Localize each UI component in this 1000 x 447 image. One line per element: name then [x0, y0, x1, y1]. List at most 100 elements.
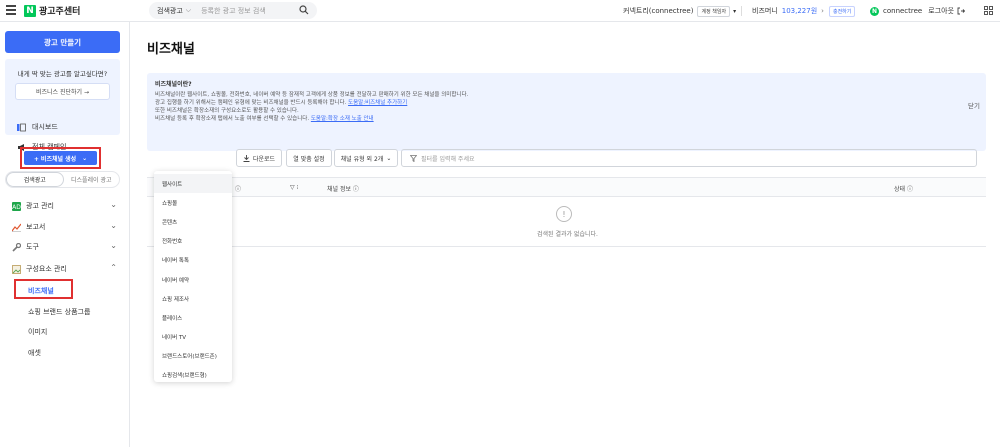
dropdown-option-shoppingmall[interactable]: 쇼핑몰: [154, 193, 232, 212]
create-ad-button[interactable]: 광고 만들기: [5, 31, 120, 53]
chevron-down-icon[interactable]: ⌄: [110, 200, 117, 209]
column-label: 상태: [894, 186, 906, 193]
sidebar-item-label: 구성요소 관리: [26, 265, 67, 273]
logo-text: 광고주센터: [39, 7, 81, 17]
ad-icon: AD: [12, 201, 21, 211]
table-header: ⓘ ▽ ⁝ 채널 정보 ⓘ 상태 ⓘ: [147, 177, 986, 197]
filter-placeholder: 필터를 입력해 주세요: [421, 155, 475, 163]
sidebar-item-label: 대시보드: [32, 123, 58, 131]
dropdown-option-shopping-brand[interactable]: 쇼핑검색(브랜드형): [154, 366, 232, 385]
sidebar-subitem-image[interactable]: 이미지: [28, 327, 47, 337]
info-line: 비즈채널 등록 후 확장소재 탭에서 노출 여부를 선택할 수 있습니다. 도움…: [155, 115, 978, 123]
account-dropdown-icon[interactable]: ▾: [733, 8, 736, 15]
user-name: connectree: [883, 7, 923, 15]
bizmoney-label: 비즈머니: [752, 7, 778, 15]
sidebar-item-dashboard[interactable]: 대시보드: [17, 122, 58, 132]
info-line: 광고 집행을 하기 위해서는 캠페인 유형에 맞는 비즈채널을 반드시 등록해야…: [155, 99, 978, 107]
sidebar-item-ad-manage[interactable]: AD 광고 관리 ⌄: [12, 200, 117, 211]
top-bar: N 광고주센터 검색광고 ⌵ 등록한 광고 정보 검색 커넥트리(connect…: [0, 0, 1000, 22]
chevron-right-icon[interactable]: ›: [821, 7, 824, 15]
logout-icon[interactable]: [957, 7, 966, 15]
chevron-down-icon[interactable]: ⌄: [110, 241, 117, 250]
info-icon: ⓘ: [235, 186, 242, 193]
logo[interactable]: N 광고주센터: [24, 4, 80, 17]
wrench-icon: [12, 242, 21, 252]
button-label: + 비즈채널 생성: [33, 155, 77, 163]
help-link-add-channel[interactable]: 도움말:비즈채널 추가하기: [348, 100, 407, 106]
charge-button[interactable]: 충전하기: [828, 5, 856, 17]
divider: [741, 6, 742, 16]
sidebar-subitem-shopping-brand[interactable]: 쇼핑 브랜드 상품그룹: [28, 307, 90, 317]
user-avatar: N: [870, 6, 879, 16]
info-line: 비즈채널이란 웹사이트, 쇼핑몰, 전화번호, 네이버 예약 등 잠재적 고객에…: [155, 92, 469, 98]
menu-icon[interactable]: [6, 5, 16, 15]
apps-grid-icon[interactable]: [984, 6, 993, 15]
sidebar-item-label: 광고 관리: [26, 202, 54, 210]
dropdown-option-reservation[interactable]: 네이버 예약: [154, 270, 232, 289]
button-label: 채널 유형 외 2개: [340, 155, 384, 163]
sidebar-item-label: 도구: [26, 243, 39, 251]
info-heading: 비즈채널이란?: [155, 81, 192, 88]
search-icon[interactable]: [299, 5, 309, 15]
create-bizchannel-button[interactable]: + 비즈채널 생성 ⌄: [24, 151, 97, 165]
filter-input[interactable]: 필터를 입력해 주세요: [401, 149, 977, 167]
empty-message: 검색된 결과가 없습니다.: [537, 231, 598, 238]
column-channel-info[interactable]: 채널 정보 ⓘ: [327, 184, 359, 193]
sidebar-item-components[interactable]: 구성요소 관리 ⌃: [12, 263, 117, 274]
dropdown-option-talktalk[interactable]: 네이버 톡톡: [154, 251, 232, 270]
naver-logo-icon: N: [24, 4, 36, 17]
empty-state: ! 검색된 결과가 없습니다.: [147, 197, 986, 247]
sidebar-item-label: 보고서: [26, 223, 46, 231]
chevron-down-icon[interactable]: ⌄: [110, 221, 117, 230]
tab-display-ads[interactable]: 디스플레이 광고: [64, 172, 120, 187]
bizchannel-type-dropdown: 웹사이트 쇼핑몰 콘텐츠 전화번호 네이버 톡톡 네이버 예약 쇼핑 제조사 플…: [154, 171, 232, 382]
search-category[interactable]: 검색광고: [157, 6, 183, 16]
bizmoney-value: 103,227원: [781, 7, 818, 15]
chevron-up-icon[interactable]: ⌃: [110, 263, 117, 272]
image-icon: [12, 264, 21, 274]
global-search[interactable]: 검색광고 ⌵ 등록한 광고 정보 검색: [149, 2, 317, 19]
chevron-down-icon: ⌄: [386, 154, 392, 162]
download-icon: [243, 154, 250, 162]
column-settings-button[interactable]: 열 맞춤 설정: [286, 149, 332, 167]
dropdown-option-content[interactable]: 콘텐츠: [154, 212, 232, 231]
chevron-down-icon: ⌄: [82, 154, 88, 162]
empty-info-icon: !: [556, 206, 572, 222]
svg-text:AD: AD: [12, 204, 21, 211]
sidebar-item-tools[interactable]: 도구 ⌄: [12, 241, 117, 252]
sidebar-subitem-asset[interactable]: 애셋: [28, 348, 41, 358]
chevron-down-icon[interactable]: ⌵: [186, 6, 191, 15]
search-input[interactable]: 등록한 광고 정보 검색: [201, 6, 266, 16]
column-status[interactable]: 상태 ⓘ: [894, 184, 913, 193]
dashboard-icon: [17, 123, 26, 132]
dropdown-option-naver-tv[interactable]: 네이버 TV: [154, 328, 232, 347]
dropdown-option-phone[interactable]: 전화번호: [154, 232, 232, 251]
dropdown-option-website[interactable]: 웹사이트: [154, 174, 232, 194]
account-name[interactable]: 커넥트리(connectree): [623, 6, 693, 16]
account-role-badge: 계정 책임자: [697, 5, 731, 17]
help-link-extension[interactable]: 도움말:확장 소재 노출 안내: [311, 116, 374, 122]
download-button[interactable]: 다운로드: [236, 149, 282, 167]
sidebar: 광고 만들기 내게 딱 맞는 광고를 알고싶다면? 비즈니스 진단하기 → 대시…: [0, 22, 130, 447]
promo-question: 내게 딱 맞는 광고를 알고싶다면?: [17, 70, 108, 78]
business-diagnosis-button[interactable]: 비즈니스 진단하기 →: [15, 83, 110, 100]
highlight-box: [14, 279, 73, 299]
ad-type-toggle: 검색광고 디스플레이 광고: [5, 171, 120, 188]
filter-icon: [410, 154, 417, 162]
info-text: 비즈채널 등록 후 확장소재 탭에서 노출 여부를 선택할 수 있습니다.: [155, 116, 310, 122]
column-label: 채널 정보: [327, 186, 351, 193]
chart-icon: [12, 223, 21, 232]
close-banner-button[interactable]: 닫기: [968, 100, 980, 110]
sidebar-item-report[interactable]: 보고서 ⌄: [12, 221, 117, 232]
logout-button[interactable]: 로그아웃: [928, 6, 954, 16]
create-bizchannel-highlight: + 비즈채널 생성 ⌄: [20, 147, 101, 169]
tab-search-ads[interactable]: 검색광고: [6, 172, 64, 187]
channel-type-filter[interactable]: 채널 유형 외 2개 ⌄: [334, 149, 398, 167]
info-banner: 비즈채널이란? 비즈채널이란 웹사이트, 쇼핑몰, 전화번호, 네이버 예약 등…: [147, 73, 986, 151]
dropdown-option-place[interactable]: 플레이스: [154, 308, 232, 327]
button-label: 다운로드: [252, 155, 276, 163]
page-title: 비즈채널: [147, 42, 195, 57]
filter-icon[interactable]: ▽ ⁝: [290, 184, 298, 191]
dropdown-option-brandstore[interactable]: 브랜드스토어(브랜드존): [154, 347, 232, 366]
dropdown-option-manufacturer[interactable]: 쇼핑 제조사: [154, 289, 232, 308]
